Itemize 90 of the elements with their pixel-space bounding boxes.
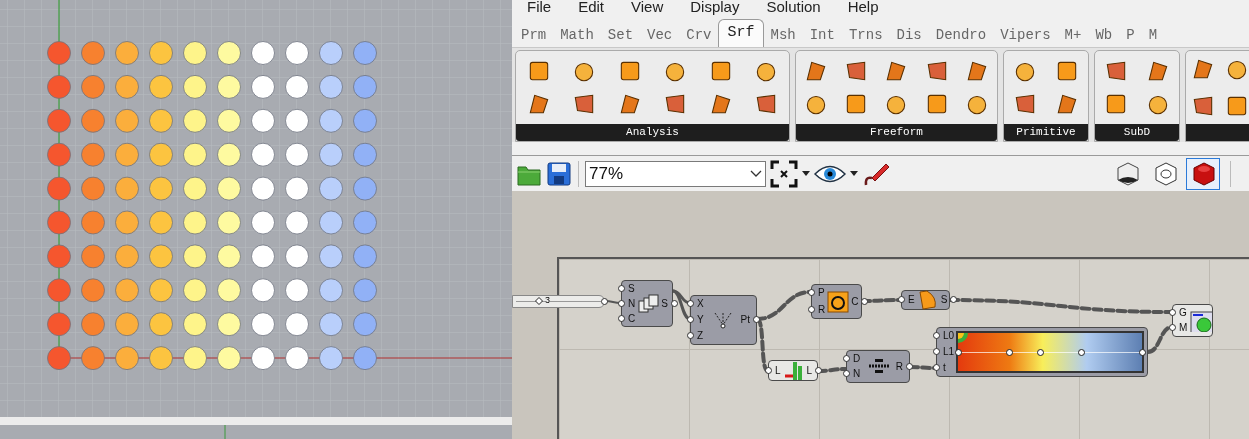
input-label: M — [1179, 323, 1188, 334]
output-label: C — [851, 296, 859, 307]
input-port[interactable] — [933, 348, 940, 355]
bar-chart-icon — [782, 359, 805, 382]
input-label: t — [943, 363, 955, 373]
point-component[interactable]: X Y Z Pt — [690, 295, 757, 345]
preview-mode-button[interactable] — [1186, 157, 1220, 190]
menu-item[interactable]: Solution — [766, 0, 821, 14]
output-label: Pt — [740, 315, 750, 325]
output-port[interactable] — [753, 316, 760, 323]
input-port[interactable] — [687, 332, 694, 339]
input-label: N — [853, 369, 861, 380]
tab[interactable]: Dis — [889, 23, 929, 47]
input-port[interactable] — [933, 332, 940, 339]
input-label: G — [1179, 307, 1188, 318]
input-port[interactable] — [687, 316, 694, 323]
tab[interactable]: Set — [600, 23, 641, 47]
output-port[interactable] — [815, 366, 823, 374]
tab[interactable]: Dendro — [928, 23, 994, 47]
tab[interactable]: Prm — [514, 23, 554, 47]
panel-title: Freeform — [796, 124, 997, 141]
input-label: L1 — [943, 347, 955, 357]
save-icon[interactable] — [546, 160, 572, 187]
input-port[interactable] — [765, 366, 772, 374]
input-label: C — [628, 313, 636, 324]
zoom-value: 77% — [589, 162, 624, 185]
tab[interactable]: Vipers — [993, 23, 1058, 47]
menu-item[interactable]: View — [631, 0, 664, 14]
tab[interactable]: Wb — [1088, 23, 1120, 47]
input-label: P — [818, 288, 826, 299]
tab[interactable]: Math — [553, 23, 601, 47]
input-label: L0 — [943, 331, 955, 341]
tab[interactable]: Msh — [763, 23, 803, 47]
output-port[interactable] — [906, 362, 913, 370]
range-component[interactable]: D N R — [846, 350, 910, 383]
input-port[interactable] — [898, 296, 905, 303]
output-port[interactable] — [601, 298, 608, 305]
zoom-extents-icon[interactable] — [770, 159, 798, 188]
output-port[interactable] — [950, 296, 958, 303]
stacked-squares-icon — [637, 292, 660, 315]
panel-title-bar — [1186, 124, 1249, 141]
gradient-grip[interactable] — [1006, 348, 1014, 356]
output-label: S — [661, 298, 668, 309]
output-label: R — [895, 361, 903, 372]
input-port[interactable] — [933, 364, 940, 371]
gradient-component[interactable]: L0 L1 t — [936, 327, 1148, 377]
tab[interactable]: M+ — [1057, 23, 1089, 47]
input-label: E — [908, 295, 915, 305]
gradient-grip[interactable] — [954, 348, 962, 356]
tab[interactable]: Int — [802, 23, 842, 47]
input-label: L — [775, 365, 781, 376]
input-label: D — [853, 353, 861, 364]
tab[interactable]: M — [1141, 23, 1165, 47]
input-label: Y — [697, 315, 704, 325]
slider-grip-icon[interactable] — [534, 297, 543, 305]
input-label: X — [697, 299, 704, 309]
output-port[interactable] — [670, 299, 678, 307]
tab[interactable]: P — [1119, 23, 1142, 47]
input-label: R — [818, 304, 826, 315]
preview-component[interactable]: G M — [1172, 304, 1213, 337]
axis-line — [224, 424, 226, 439]
tab[interactable]: Vec — [640, 23, 680, 47]
panel-title: Analysis — [516, 124, 789, 141]
menu-item[interactable]: Display — [690, 0, 740, 14]
gradient-grip[interactable] — [1077, 348, 1085, 356]
gradient-grip[interactable] — [1037, 348, 1045, 356]
panel-title: Primitive — [1004, 124, 1088, 141]
menu-item[interactable]: Edit — [578, 0, 605, 14]
tab[interactable]: Crv — [679, 23, 719, 47]
input-label: S — [628, 283, 636, 294]
menu-item[interactable]: Help — [847, 0, 879, 14]
caret-icon[interactable] — [802, 170, 810, 177]
output-label: L — [806, 365, 813, 376]
menu-item[interactable]: File — [527, 0, 552, 14]
caret-icon[interactable] — [850, 170, 858, 177]
output-label: S — [940, 295, 948, 305]
input-label: N — [628, 298, 636, 309]
slider-value: 3 — [544, 296, 550, 305]
input-label: Z — [697, 331, 704, 341]
number-slider[interactable]: 3 — [512, 295, 605, 308]
surface-icon — [916, 289, 939, 311]
corner-icon — [958, 333, 969, 343]
output-port[interactable] — [861, 297, 869, 305]
gradient-grip[interactable] — [1138, 348, 1146, 356]
tab[interactable]: Srf — [718, 19, 764, 47]
chevron-down-icon[interactable] — [750, 169, 762, 178]
zoom-dropdown[interactable]: 77% — [585, 160, 766, 187]
tab[interactable]: Trns — [841, 23, 890, 47]
input-port[interactable] — [687, 300, 694, 307]
panel-title: SubD — [1095, 124, 1179, 141]
